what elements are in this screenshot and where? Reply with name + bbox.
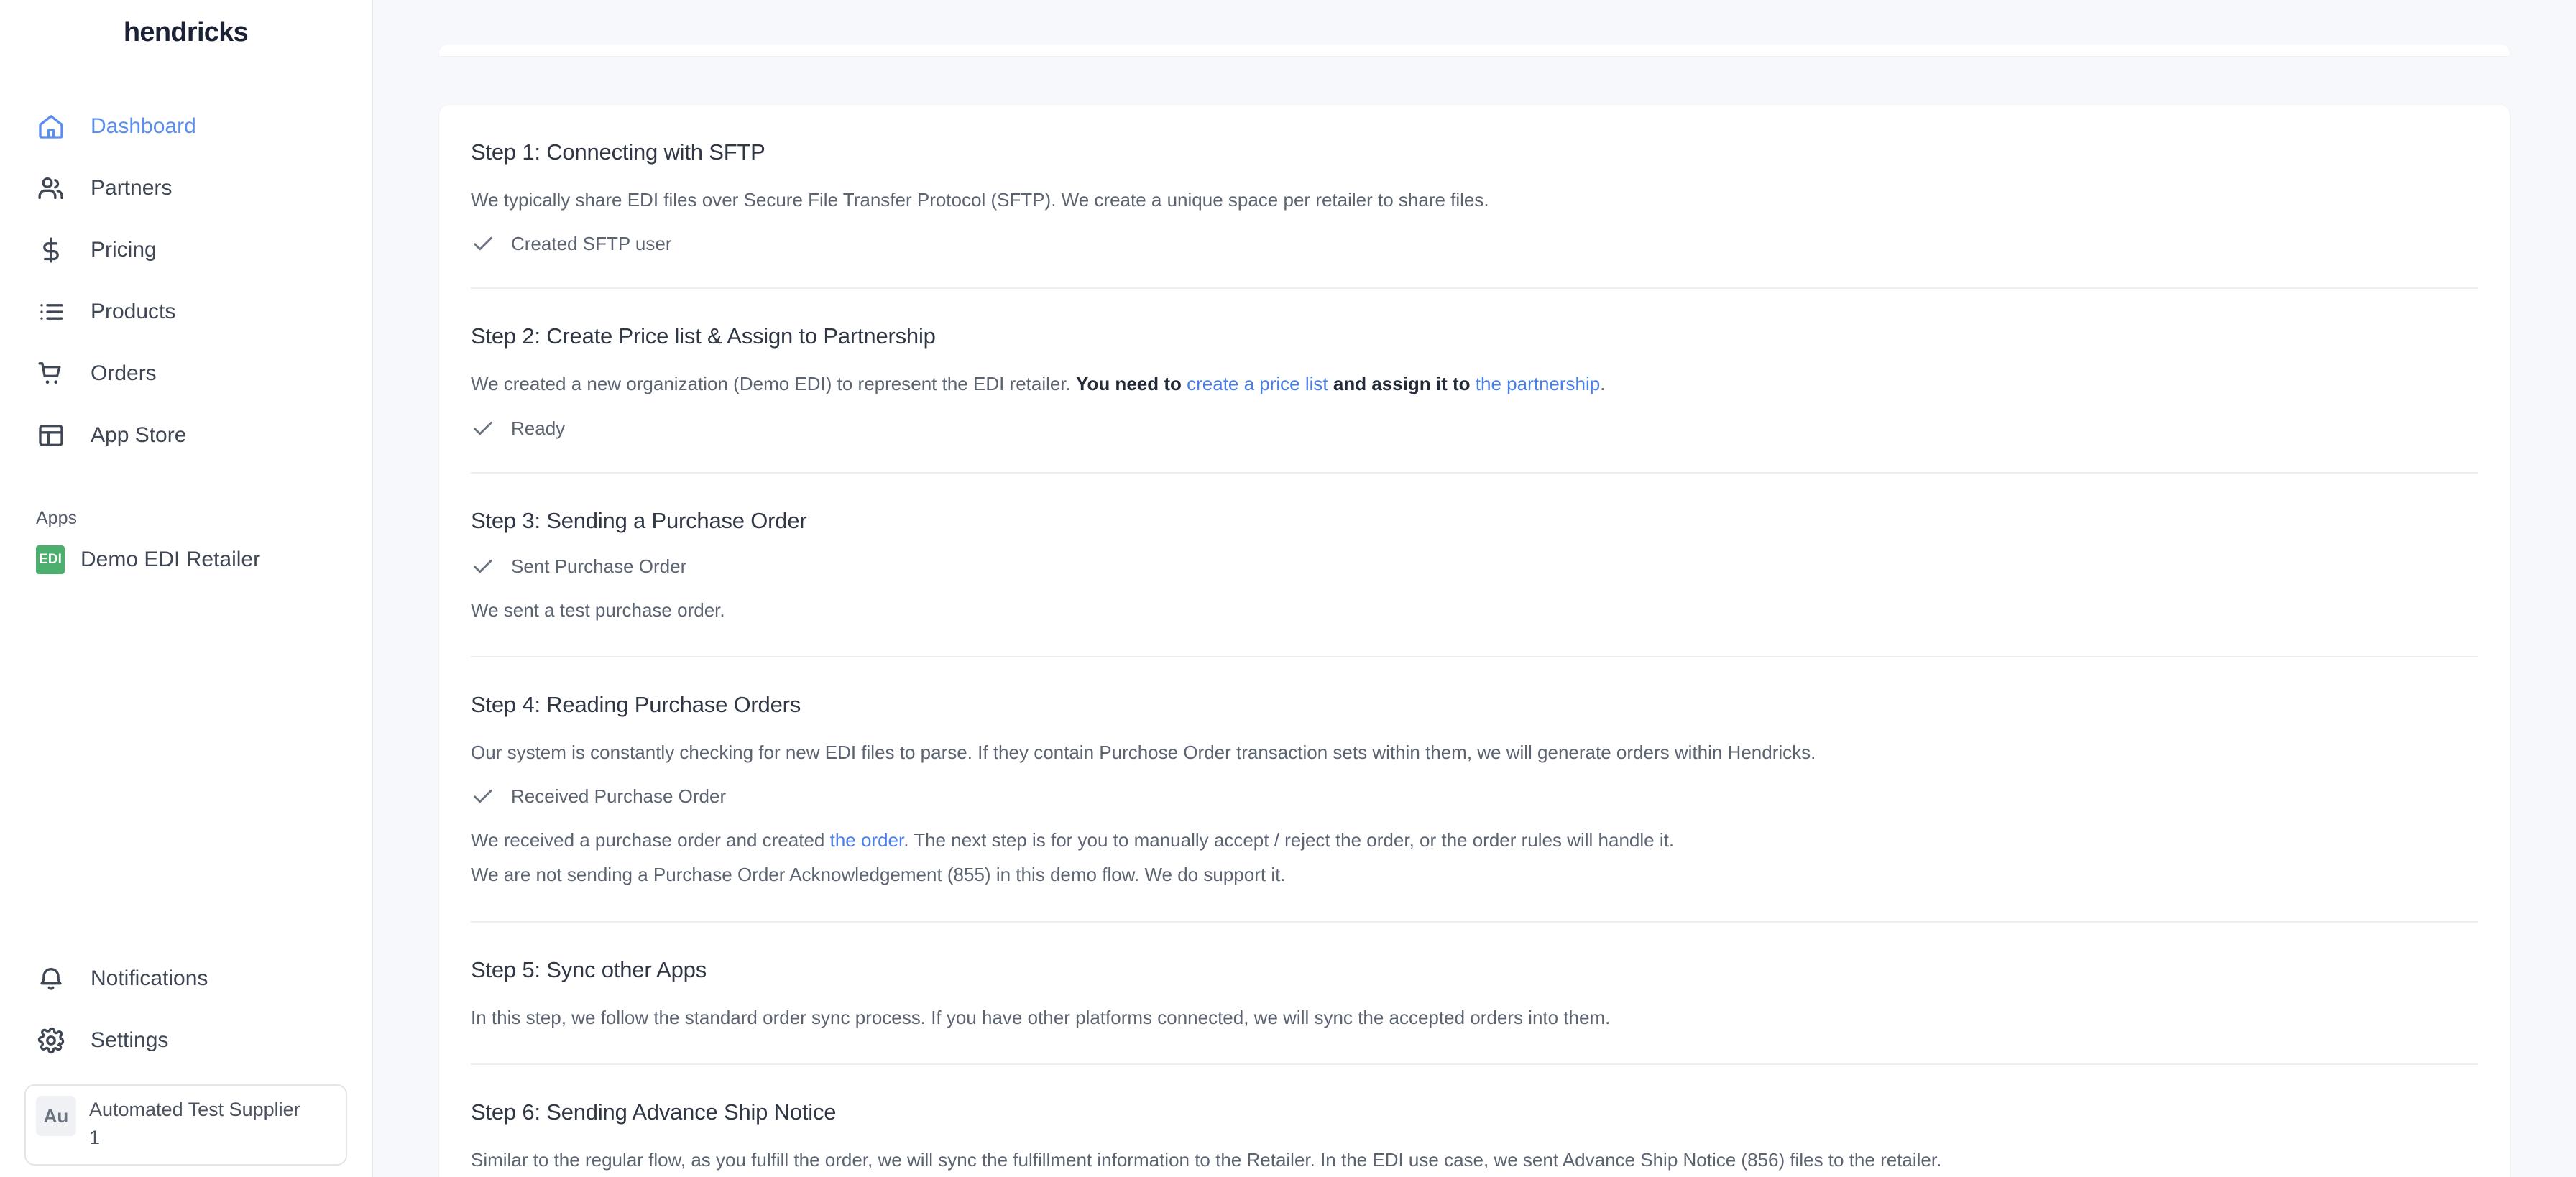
- the-order-link[interactable]: the order: [830, 829, 904, 851]
- sidebar-item-pricing[interactable]: Pricing: [0, 219, 372, 281]
- step-3: Step 3: Sending a Purchase Order Sent Pu…: [471, 474, 2478, 657]
- home-icon: [36, 111, 66, 142]
- sidebar-item-settings[interactable]: Settings: [0, 1010, 372, 1071]
- sidebar-item-partners[interactable]: Partners: [0, 157, 372, 219]
- step-title: Step 2: Create Price list & Assign to Pa…: [471, 323, 936, 349]
- brand[interactable]: hendricks: [0, 0, 372, 55]
- status-label: Received Purchase Order: [511, 785, 727, 808]
- main-content: Step 1: Connecting with SFTP We typicall…: [373, 0, 2576, 1177]
- step-description: In this step, we follow the standard ord…: [471, 1006, 1611, 1028]
- step-title: Step 5: Sync other Apps: [471, 956, 707, 982]
- status-label: Sent Purchase Order: [511, 555, 687, 577]
- dollar-icon: [36, 235, 66, 265]
- primary-nav: Dashboard Partners Pricing Products Orde…: [0, 96, 372, 466]
- sidebar-item-label: Dashboard: [91, 114, 196, 138]
- sidebar-item-dashboard[interactable]: Dashboard: [0, 96, 372, 157]
- step-title: Step 3: Sending a Purchase Order: [471, 507, 807, 533]
- create-price-list-link[interactable]: create a price list: [1187, 373, 1328, 394]
- step-description: We typically share EDI files over Secure…: [471, 189, 1489, 211]
- step-desc-tail: .: [1600, 373, 1606, 395]
- sidebar-item-label: App Store: [91, 423, 187, 447]
- sidebar-item-products[interactable]: Products: [0, 281, 372, 343]
- step-description-secondary: We received a purchase order and created…: [471, 826, 2478, 854]
- sidebar-item-notifications[interactable]: Notifications: [0, 948, 372, 1010]
- status-badge: Received Purchase Order: [471, 784, 2478, 808]
- check-icon: [474, 559, 492, 573]
- step-6: Step 6: Sending Advance Ship Notice Simi…: [471, 1065, 2478, 1177]
- sidebar-item-label: Partners: [91, 176, 172, 200]
- step-description: Similar to the regular flow, as you fulf…: [471, 1149, 1942, 1171]
- check-icon: [474, 789, 492, 803]
- step-title: Step 4: Reading Purchase Orders: [471, 691, 801, 717]
- sidebar: hendricks Dashboard Partners Pricing Pro…: [0, 0, 373, 1177]
- step-1: Step 1: Connecting with SFTP We typicall…: [471, 105, 2478, 290]
- layout-icon: [36, 420, 66, 451]
- sidebar-app-label: Demo EDI Retailer: [80, 548, 261, 571]
- sidebar-item-label: Products: [91, 300, 176, 323]
- status-badge: Sent Purchase Order: [471, 554, 2478, 578]
- list-icon: [36, 297, 66, 327]
- previous-card-edge: [439, 45, 2510, 56]
- app-root: hendricks Dashboard Partners Pricing Pro…: [0, 0, 2576, 1177]
- user-name: Automated Test Supplier 1: [89, 1099, 300, 1148]
- status-badge: Created SFTP user: [471, 231, 2478, 256]
- status-label: Created SFTP user: [511, 233, 672, 255]
- status-label: Ready: [511, 417, 566, 439]
- step-title: Step 1: Connecting with SFTP: [471, 139, 765, 165]
- check-icon: [474, 237, 492, 251]
- step-desc-bold: and assign it to: [1328, 373, 1476, 395]
- sidebar-item-app-store[interactable]: App Store: [0, 405, 372, 466]
- sidebar-item-label: Pricing: [91, 238, 157, 262]
- step-description: Our system is constantly checking for ne…: [471, 741, 1816, 763]
- cart-icon: [36, 359, 66, 389]
- step-desc-part: We received a purchase order and created: [471, 829, 830, 851]
- step-2: Step 2: Create Price list & Assign to Pa…: [471, 289, 2478, 474]
- step-desc-part: . The next step is for you to manually a…: [903, 829, 1675, 851]
- step-4: Step 4: Reading Purchase Orders Our syst…: [471, 657, 2478, 923]
- apps-section-label: Apps: [36, 508, 77, 528]
- step-description-tertiary: We are not sending a Purchase Order Ackn…: [471, 864, 1286, 886]
- users-icon: [36, 173, 66, 203]
- step-description: We sent a test purchase order.: [471, 599, 725, 621]
- avatar: Au: [36, 1096, 76, 1137]
- gear-icon: [36, 1025, 66, 1056]
- check-icon: [474, 421, 492, 435]
- step-title: Step 6: Sending Advance Ship Notice: [471, 1099, 837, 1125]
- step-desc-bold: You need to: [1076, 373, 1187, 395]
- onboarding-steps-card: Step 1: Connecting with SFTP We typicall…: [439, 105, 2510, 1177]
- the-partnership-link[interactable]: the partnership: [1476, 373, 1600, 394]
- sidebar-item-label: Settings: [91, 1028, 169, 1053]
- sidebar-bottom: Notifications Settings Au Automated Test…: [0, 948, 372, 1177]
- step-5: Step 5: Sync other Apps In this step, we…: [471, 923, 2478, 1066]
- sidebar-item-label: Orders: [91, 361, 157, 385]
- sidebar-item-label: Notifications: [91, 966, 208, 991]
- bell-icon: [36, 964, 66, 994]
- step-description: We created a new organization (Demo EDI)…: [471, 369, 2478, 398]
- status-badge: Ready: [471, 416, 2478, 440]
- sidebar-app-demo-edi-retailer[interactable]: EDI Demo EDI Retailer: [0, 529, 372, 591]
- step-desc-part: We created a new organization (Demo EDI)…: [471, 373, 1077, 395]
- user-account-card[interactable]: Au Automated Test Supplier 1: [24, 1084, 347, 1166]
- edi-badge-icon: EDI: [36, 545, 65, 574]
- sidebar-item-orders[interactable]: Orders: [0, 343, 372, 405]
- brand-title: hendricks: [123, 17, 249, 47]
